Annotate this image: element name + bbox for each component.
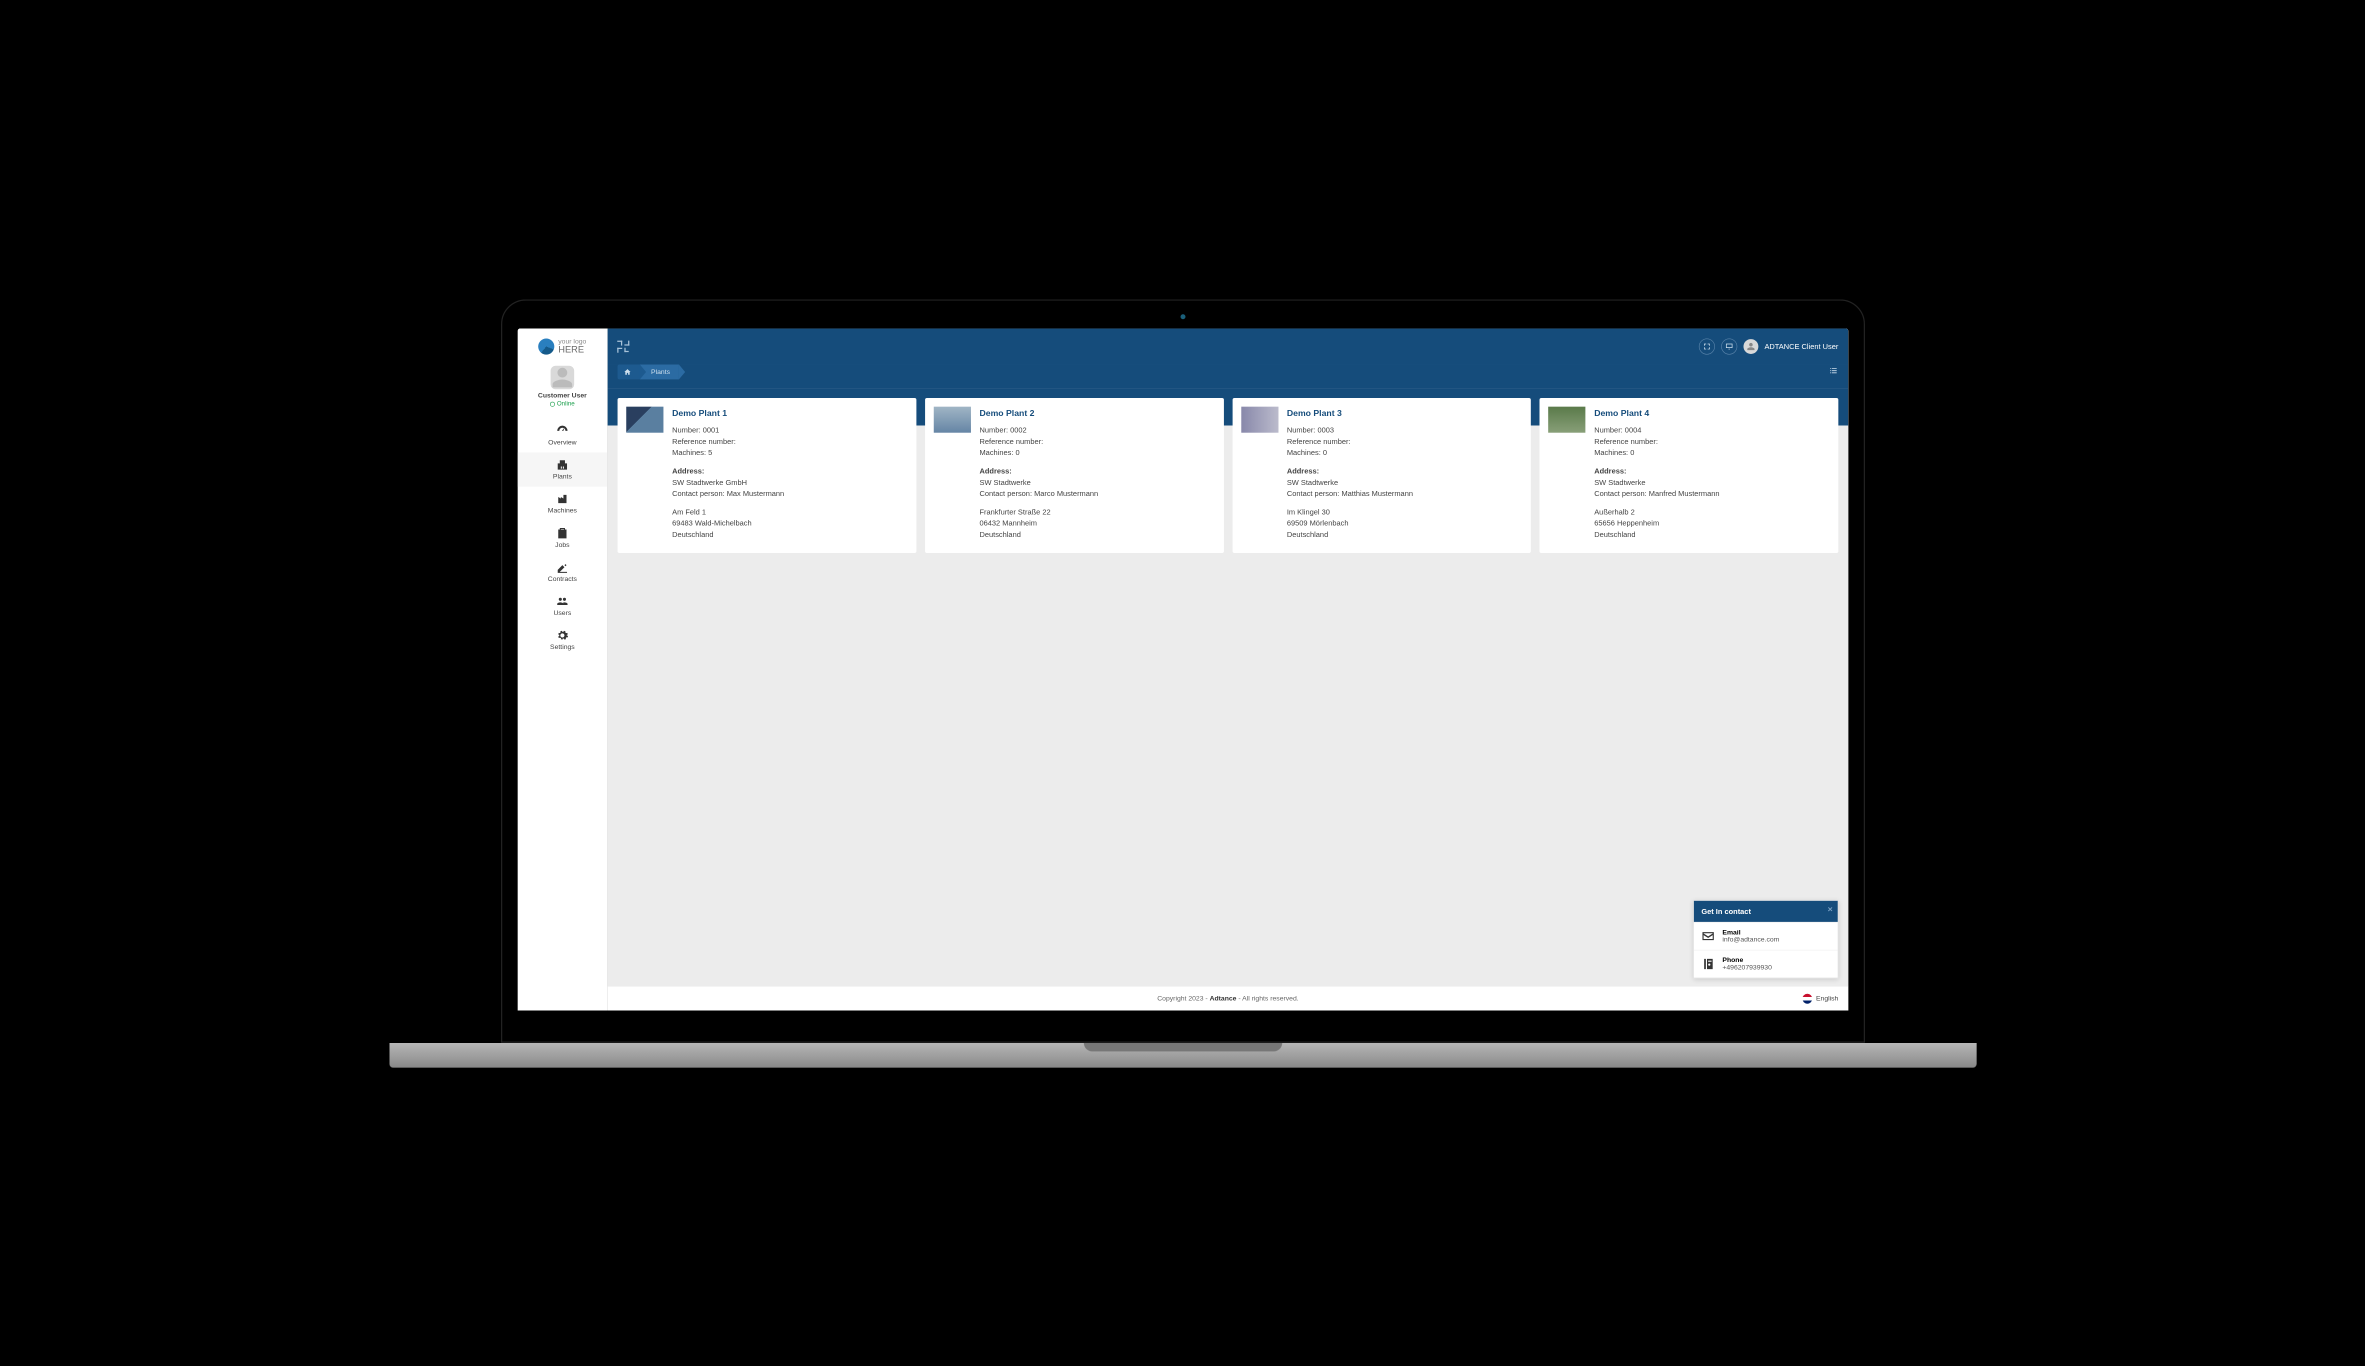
sidebar: your logo HERE Customer User Online Over…: [517, 328, 607, 1010]
contact-email-row[interactable]: Email info@adtance.com: [1693, 921, 1837, 949]
plant-number: Number: 0004: [1594, 424, 1719, 435]
plant-thumbnail: [1548, 406, 1585, 432]
plant-contact: Contact person: Manfred Mustermann: [1594, 487, 1719, 498]
sidebar-user-name: Customer User: [537, 391, 586, 398]
nav-machines[interactable]: Machines: [517, 486, 606, 520]
list-icon: [1828, 365, 1838, 375]
plant-company: SW Stadtwerke: [1286, 476, 1412, 487]
plant-company: SW Stadtwerke GmbH: [672, 476, 784, 487]
plant-contact: Contact person: Matthias Mustermann: [1286, 487, 1412, 498]
plant-reference: Reference number:: [672, 435, 784, 446]
topbar: ADTANCE Client User: [607, 328, 1848, 364]
collapse-sidebar-icon[interactable]: [617, 340, 628, 351]
plant-title: Demo Plant 1: [672, 406, 784, 419]
plant-contact: Contact person: Marco Mustermann: [979, 487, 1098, 498]
contact-widget: Get In contact × Email info@adtance.com: [1693, 900, 1838, 978]
flag-icon: [1802, 993, 1812, 1003]
logo-line2: HERE: [558, 345, 586, 354]
envelope-icon: [1701, 929, 1715, 943]
plant-machines: Machines: 0: [1286, 446, 1412, 457]
footer: Copyright 2023 - Adtance - All rights re…: [607, 985, 1848, 1010]
logo[interactable]: your logo HERE: [535, 333, 588, 363]
camera-dot: [1180, 314, 1185, 319]
plant-street: Außerhalb 2: [1594, 506, 1719, 517]
plant-thumbnail: [1240, 406, 1277, 432]
plant-title: Demo Plant 3: [1286, 406, 1412, 419]
plant-thumbnail: [626, 406, 663, 432]
nav-users[interactable]: Users: [517, 588, 606, 622]
logo-icon: [538, 338, 554, 354]
plant-number: Number: 0001: [672, 424, 784, 435]
laptop-mockup: your logo HERE Customer User Online Over…: [501, 299, 1865, 1067]
breadcrumb-home[interactable]: [617, 364, 639, 379]
plant-card[interactable]: Demo Plant 4 Number: 0004 Reference numb…: [1539, 397, 1838, 552]
plant-country: Deutschland: [979, 528, 1098, 539]
plant-address-label: Address:: [979, 465, 1098, 476]
plant-reference: Reference number:: [979, 435, 1098, 446]
building-icon: [556, 458, 568, 470]
contact-widget-header: Get In contact ×: [1693, 900, 1837, 921]
plant-number: Number: 0002: [979, 424, 1098, 435]
screen-button[interactable]: [1721, 338, 1737, 354]
factory-icon: [556, 492, 568, 504]
expand-icon: [1702, 342, 1711, 351]
plant-reference: Reference number:: [1286, 435, 1412, 446]
plant-company: SW Stadtwerke: [979, 476, 1098, 487]
plant-street: Im Klingel 30: [1286, 506, 1412, 517]
plant-address-label: Address:: [1286, 465, 1412, 476]
plant-thumbnail: [933, 406, 970, 432]
users-icon: [556, 595, 568, 607]
signature-icon: [556, 561, 568, 573]
contact-close-button[interactable]: ×: [1827, 904, 1832, 913]
fullscreen-button[interactable]: [1698, 338, 1714, 354]
plant-reference: Reference number:: [1594, 435, 1719, 446]
plant-city: 69509 Mörlenbach: [1286, 517, 1412, 528]
plant-country: Deutschland: [1286, 528, 1412, 539]
plant-number: Number: 0003: [1286, 424, 1412, 435]
breadcrumb: Plants: [617, 364, 678, 379]
monitor-icon: [1724, 342, 1733, 351]
home-icon: [623, 368, 630, 375]
gears-icon: [556, 629, 568, 641]
plant-card[interactable]: Demo Plant 3 Number: 0003 Reference numb…: [1232, 397, 1531, 552]
plant-city: 69483 Wald-Michelbach: [672, 517, 784, 528]
status-indicator: Online: [550, 400, 575, 407]
plant-country: Deutschland: [672, 528, 784, 539]
plant-title: Demo Plant 4: [1594, 406, 1719, 419]
plant-card[interactable]: Demo Plant 2 Number: 0002 Reference numb…: [924, 397, 1223, 552]
plant-street: Frankfurter Straße 22: [979, 506, 1098, 517]
plant-contact: Contact person: Max Mustermann: [672, 487, 784, 498]
nav-contracts[interactable]: Contracts: [517, 554, 606, 588]
topbar-username[interactable]: ADTANCE Client User: [1764, 342, 1838, 351]
phonebook-icon: [1701, 957, 1715, 971]
content-area: Demo Plant 1 Number: 0001 Reference numb…: [607, 388, 1848, 986]
list-view-toggle[interactable]: [1828, 365, 1838, 378]
plant-street: Am Feld 1: [672, 506, 784, 517]
plant-company: SW Stadtwerke: [1594, 476, 1719, 487]
plant-city: 65656 Heppenheim: [1594, 517, 1719, 528]
nav-overview[interactable]: Overview: [517, 418, 606, 452]
plant-address-label: Address:: [1594, 465, 1719, 476]
contact-phone-row[interactable]: Phone +496207939930: [1693, 949, 1837, 977]
user-avatar[interactable]: [550, 365, 574, 389]
plant-title: Demo Plant 2: [979, 406, 1098, 419]
plant-machines: Machines: 0: [1594, 446, 1719, 457]
plant-machines: Machines: 5: [672, 446, 784, 457]
nav-jobs[interactable]: Jobs: [517, 520, 606, 554]
topbar-avatar[interactable]: [1743, 339, 1758, 354]
plant-country: Deutschland: [1594, 528, 1719, 539]
nav-settings[interactable]: Settings: [517, 623, 606, 657]
plant-card[interactable]: Demo Plant 1 Number: 0001 Reference numb…: [617, 397, 916, 552]
plant-address-label: Address:: [672, 465, 784, 476]
laptop-base: [389, 1042, 1976, 1067]
language-selector[interactable]: English: [1802, 993, 1838, 1003]
plant-machines: Machines: 0: [979, 446, 1098, 457]
sidebar-nav: Overview Plants Machines Jobs: [517, 418, 606, 657]
clipboard-icon: [556, 526, 568, 538]
plant-city: 06432 Mannheim: [979, 517, 1098, 528]
dashboard-icon: [556, 424, 568, 436]
nav-plants[interactable]: Plants: [517, 452, 606, 486]
